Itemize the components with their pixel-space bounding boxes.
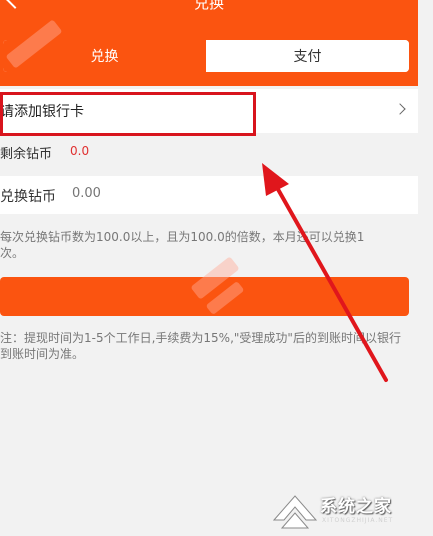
app-header: 兑换 [0, 0, 418, 24]
balance-label: 剩余钻币 [0, 147, 53, 162]
chevron-right-icon [394, 103, 406, 115]
tab-pay[interactable]: 支付 [206, 40, 409, 72]
page-title: 兑换 [193, 0, 224, 12]
watermark-subtext: XITONGZHIJIA.NET [322, 517, 394, 524]
fee-note-text: 注：提现时间为1-5个工作日,手续费为15%,"受理成功"后的到账时间以银行到账… [0, 331, 401, 361]
exchange-amount-label: 兑换钻币 [0, 189, 56, 205]
exchange-amount-row: 兑换钻币 [0, 176, 418, 214]
balance-value: 0.0 [70, 144, 90, 158]
exchange-amount-input[interactable] [72, 186, 272, 201]
exchange-rule-text: 每次兑换钻币数为100.0以上，且为100.0的倍数，本月还可以兑换1次。 [0, 230, 365, 260]
watermark-logo-icon [272, 495, 318, 529]
watermark-text: 系统之家 [320, 497, 392, 517]
segmented-control: 兑换 支付 [2, 39, 410, 73]
highlight-box [0, 92, 256, 136]
tab-bar: 兑换 支付 [0, 24, 418, 86]
watermark: 系统之家 XITONGZHIJIA.NET [270, 488, 433, 536]
